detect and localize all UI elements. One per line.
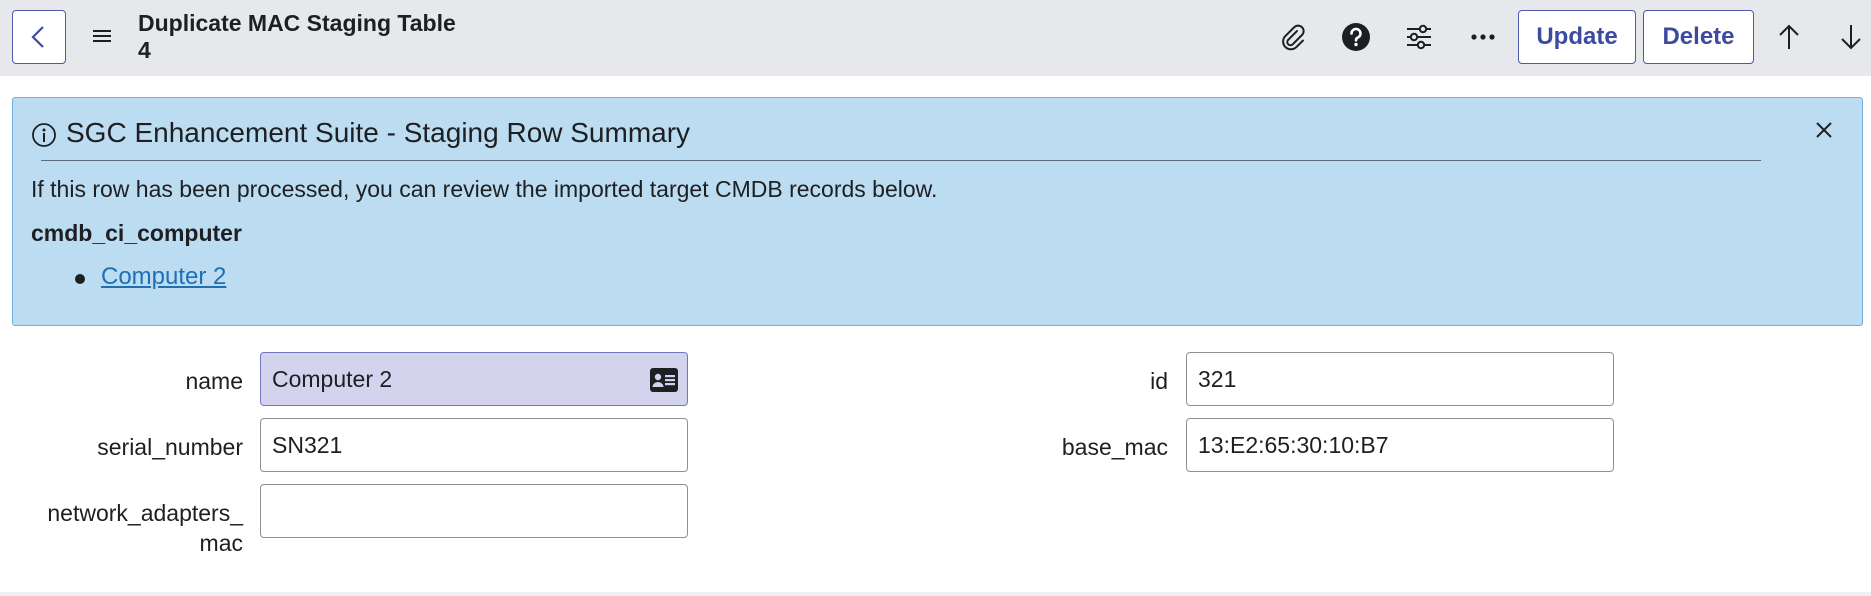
form-header: Duplicate MAC Staging Table 4 Update Del… [0,0,1871,76]
back-button[interactable] [12,10,66,64]
banner-divider [41,160,1761,161]
close-icon[interactable] [1812,118,1836,142]
id-value: 321 [1198,365,1237,392]
more-options-button[interactable] [1466,20,1500,54]
form-bottom-divider [0,592,1871,596]
banner-table-name: cmdb_ci_computer [31,220,242,246]
contact-card-icon[interactable] [649,367,679,393]
network-adapters-mac-label-line2: mac [199,530,243,556]
id-field[interactable]: 321 [1186,352,1614,406]
base-mac-label: base_mac [1061,434,1168,460]
info-banner: SGC Enhancement Suite - Staging Row Summ… [12,97,1863,326]
banner-description: If this row has been processed, you can … [31,176,938,202]
base-mac-value: 13:E2:65:30:10:B7 [1198,431,1389,458]
page-title-line2: 4 [138,37,151,63]
banner-title: SGC Enhancement Suite - Staging Row Summ… [66,117,691,148]
attachment-button[interactable] [1276,20,1310,54]
record-link-computer-2[interactable]: Computer 2 [101,261,226,293]
sliders-icon [1407,24,1431,50]
delete-button[interactable]: Delete [1643,10,1754,64]
more-icon [1471,34,1495,40]
previous-record-button[interactable] [1772,20,1806,54]
page-title-line1: Duplicate MAC Staging Table [138,10,456,36]
paperclip-icon [1282,24,1305,51]
help-button[interactable] [1339,20,1373,54]
list-bullet [75,274,85,284]
id-label: id [1150,368,1168,394]
page-title: Duplicate MAC Staging Table 4 [138,10,498,64]
help-icon [1342,23,1370,51]
arrow-up-icon [1779,24,1799,49]
base-mac-field[interactable]: 13:E2:65:30:10:B7 [1186,418,1614,472]
next-record-button[interactable] [1834,20,1868,54]
network-adapters-mac-label: network_adapters_ mac [30,498,243,558]
network-adapters-mac-field[interactable] [260,484,688,538]
network-adapters-mac-label-line1: network_adapters_ [47,500,243,526]
arrow-down-icon [1841,25,1861,50]
info-icon [32,123,56,147]
update-button[interactable]: Update [1518,10,1636,64]
serial-number-label: serial_number [97,434,243,460]
name-value: Computer 2 [272,365,393,392]
personalize-form-button[interactable] [1402,20,1436,54]
hamburger-menu-icon[interactable] [90,26,114,46]
name-label: name [185,368,243,394]
serial-number-value: SN321 [272,431,343,458]
name-field[interactable]: Computer 2 [260,352,688,406]
chevron-left-icon [31,26,44,48]
serial-number-field[interactable]: SN321 [260,418,688,472]
